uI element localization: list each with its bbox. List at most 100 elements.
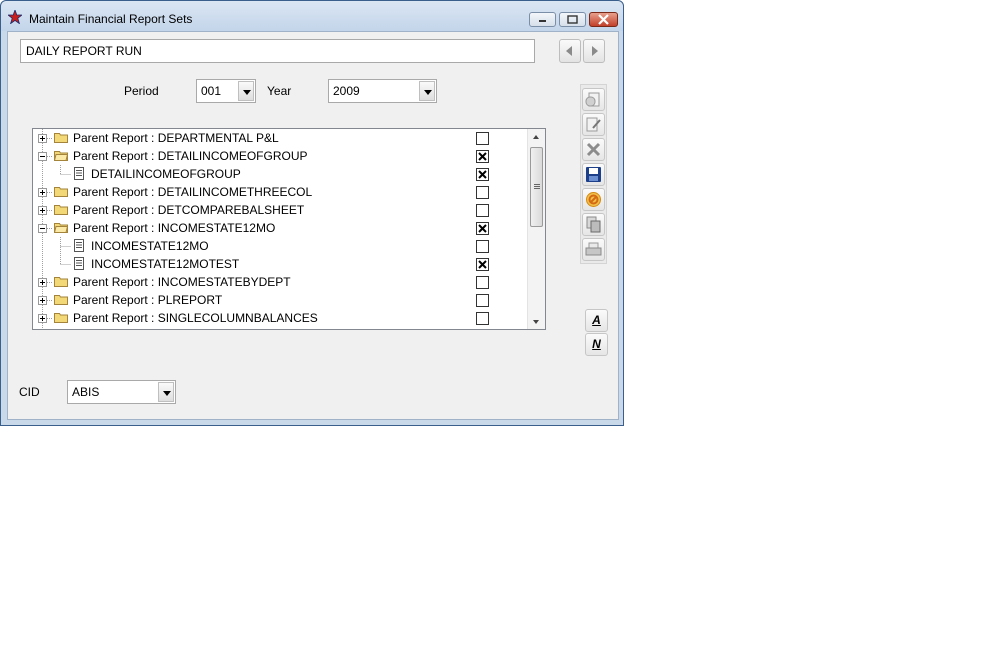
tree-row-label: Parent Report : DEPARTMENTAL P&L [73,131,279,145]
period-dropdown-button[interactable] [238,81,254,101]
year-label: Year [267,84,292,98]
minimize-icon [539,20,546,22]
tree-parent-row[interactable]: Parent Report : DETCOMPAREBALSHEET [33,201,528,219]
expand-icon[interactable] [38,314,47,323]
tree-row-label: INCOMESTATE12MOTEST [91,257,240,271]
scrollbar-thumb[interactable] [530,147,543,227]
delete-button[interactable] [582,138,605,161]
restore-icon [567,15,578,24]
include-checkbox[interactable] [476,204,489,217]
folder-icon [54,187,68,197]
tree-row-label: Parent Report : SINGLECOLUMNBALANCES [73,311,318,325]
tree-row-label: Parent Report : INCOMESTATE12MO [73,221,276,235]
report-tree[interactable]: Parent Report : DEPARTMENTAL P&L Parent R… [32,128,546,330]
new-button[interactable] [582,88,605,111]
folder-icon [54,133,68,143]
cancel-button[interactable] [582,188,605,211]
tree-child-row[interactable]: INCOMESTATE12MOTEST [33,255,528,273]
folder-icon [54,313,68,323]
tree-scrollbar[interactable] [527,129,545,329]
window-title: Maintain Financial Report Sets [29,12,193,26]
include-checkbox[interactable] [476,294,489,307]
tree-parent-row[interactable]: Parent Report : DEPARTMENTAL P&L [33,129,528,147]
expand-icon[interactable] [38,134,47,143]
include-checkbox[interactable] [476,312,489,325]
form-body: DAILY REPORT RUN Period 001 Year 2009 Pa… [7,31,619,420]
button-a[interactable]: A [585,309,608,332]
tree-row-label: Parent Report : DETAILINCOMEOFGROUP [73,149,308,163]
title-bar[interactable]: Maintain Financial Report Sets [1,1,623,31]
period-select[interactable]: 001 [196,79,256,103]
cid-dropdown-button[interactable] [158,382,174,402]
button-n-label: N [592,337,601,351]
chevron-down-icon [163,391,171,396]
tree-row-label: Parent Report : INCOMESTATEBYDEPT [73,275,291,289]
tree-child-row[interactable]: INCOMESTATE12MO [33,237,528,255]
include-checkbox[interactable] [476,240,489,253]
collapse-icon[interactable] [38,224,47,233]
close-window-button[interactable] [589,12,618,27]
collapse-icon[interactable] [38,152,47,161]
arrow-left-icon [566,46,572,56]
tree-parent-row[interactable]: Parent Report : DETAILINCOMETHREECOL [33,183,528,201]
tree-row-label: Parent Report : PLREPORT [73,293,223,307]
scroll-up-icon[interactable] [533,135,539,139]
maximize-button[interactable] [559,12,586,27]
tree-parent-row[interactable]: Parent Report : PLREPORT [33,291,528,309]
tree-row-label: DETAILINCOMEOFGROUP [91,167,241,181]
tree-parent-row[interactable]: Parent Report : DETAILINCOMEOFGROUP [33,147,528,165]
document-icon [74,167,84,180]
copy-button[interactable] [582,213,605,236]
expand-icon[interactable] [38,278,47,287]
include-checkbox[interactable] [476,258,489,271]
delete-icon [586,142,601,157]
document-icon [74,257,84,270]
new-record-icon [585,92,600,107]
print-button[interactable] [582,238,605,261]
minimize-button[interactable] [529,12,556,27]
include-checkbox[interactable] [476,132,489,145]
tree-parent-row[interactable]: Parent Report : SINGLECOLUMNBALANCES [33,309,528,327]
folder-icon [54,205,68,215]
include-checkbox[interactable] [476,276,489,289]
cid-label: CID [19,385,40,399]
chevron-down-icon [243,90,251,95]
check-mark-icon [478,170,487,179]
tree-parent-row[interactable]: Parent Report : INCOMESTATE12MO [33,219,528,237]
tree-child-row[interactable]: DETAILINCOMEOFGROUP [33,165,528,183]
include-checkbox[interactable] [476,222,489,235]
tree-row-label: Parent Report : DETAILINCOMETHREECOL [73,185,313,199]
scroll-down-icon[interactable] [533,320,539,324]
folder-open-icon [54,223,68,233]
tree-parent-row[interactable]: Parent Report : INCOMESTATEBYDEPT [33,273,528,291]
cancel-icon [586,192,601,207]
chevron-down-icon [424,90,432,95]
tree-row-label: Parent Report : DETCOMPAREBALSHEET [73,203,305,217]
tree-row-label: INCOMESTATE12MO [91,239,209,253]
expand-icon[interactable] [38,188,47,197]
folder-icon [54,277,68,287]
edit-button[interactable] [582,113,605,136]
expand-icon[interactable] [38,206,47,215]
include-checkbox[interactable] [476,150,489,163]
year-value: 2009 [333,84,360,98]
include-checkbox[interactable] [476,186,489,199]
document-icon [74,239,84,252]
folder-icon [54,295,68,305]
cid-select[interactable]: ABIS [67,380,176,404]
star-app-icon [8,10,22,24]
include-checkbox[interactable] [476,168,489,181]
report-set-name-input[interactable]: DAILY REPORT RUN [20,39,535,63]
year-dropdown-button[interactable] [419,81,435,101]
next-record-button[interactable] [583,39,605,63]
copy-icon [586,216,601,233]
previous-record-button[interactable] [559,39,581,63]
save-button[interactable] [582,163,605,186]
button-n[interactable]: N [585,333,608,356]
check-mark-icon [478,152,487,161]
year-select[interactable]: 2009 [328,79,437,103]
period-value: 001 [201,84,222,98]
expand-icon[interactable] [38,296,47,305]
period-label: Period [124,84,159,98]
check-mark-icon [478,224,487,233]
